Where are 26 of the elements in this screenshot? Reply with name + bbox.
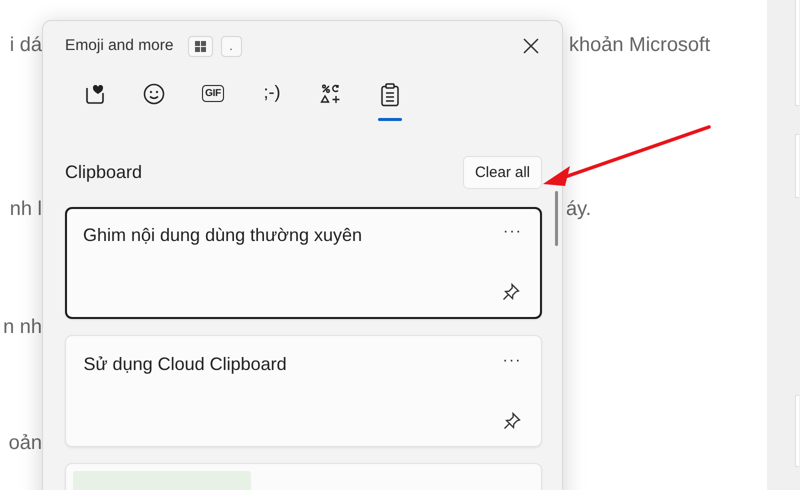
- scrollbar[interactable]: [555, 191, 558, 246]
- grid-key-icon: [188, 36, 213, 56]
- key-hint: .: [220, 36, 242, 56]
- document-text: khoản Microsoft: [569, 34, 710, 57]
- clipboard-item[interactable]: Ghim nội dung dùng thường xuyên ···: [65, 207, 542, 319]
- symbols-icon: [320, 83, 342, 105]
- section-title: Clipboard: [65, 162, 142, 183]
- document-text: nh l: [10, 198, 42, 221]
- clipboard-icon: [380, 83, 400, 107]
- smiley-icon: [143, 83, 165, 105]
- pin-icon[interactable]: [501, 282, 521, 302]
- panel-title: Emoji and more: [65, 37, 174, 55]
- clip-text: Ghim nội dung dùng thường xuyên: [83, 225, 362, 246]
- clipboard-item[interactable]: Sử dụng Cloud Clipboard ···: [65, 335, 542, 447]
- gif-tab[interactable]: GIF: [192, 77, 234, 121]
- document-text: i dá: [10, 34, 42, 57]
- clear-all-button[interactable]: Clear all: [462, 156, 542, 189]
- document-text: oản: [8, 432, 42, 455]
- clip-text: Sử dụng Cloud Clipboard: [84, 354, 287, 374]
- heart-card-icon: [84, 83, 106, 105]
- more-button[interactable]: ···: [501, 223, 524, 241]
- more-button[interactable]: ···: [500, 352, 524, 370]
- pin-icon[interactable]: [502, 411, 522, 431]
- document-text: n nh: [3, 316, 42, 339]
- document-text: áy.: [566, 198, 592, 221]
- kaomoji-tab[interactable]: ;-): [251, 77, 293, 121]
